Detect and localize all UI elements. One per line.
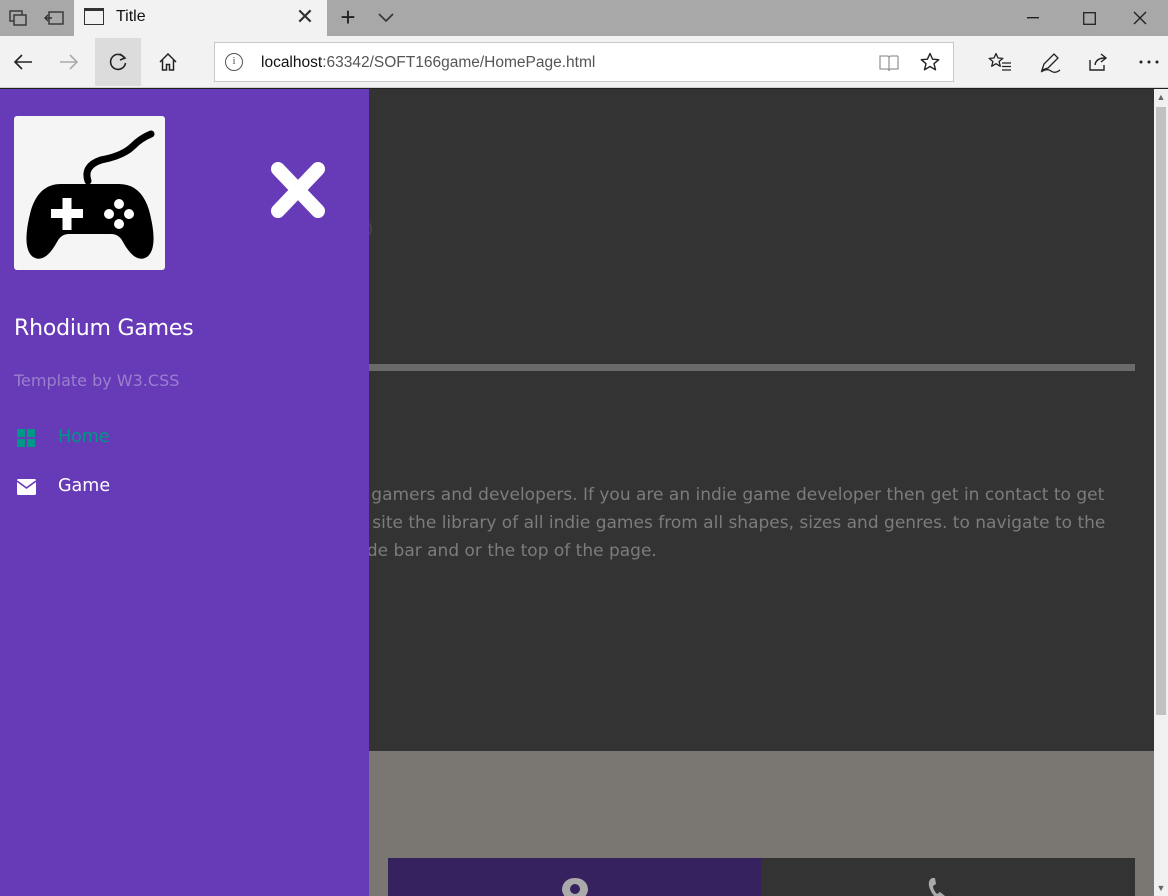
home-button[interactable]: [145, 38, 191, 86]
close-icon: [271, 162, 325, 218]
sidebar-item-home[interactable]: Home: [0, 416, 369, 460]
back-button[interactable]: [0, 38, 46, 86]
info-icon[interactable]: i: [225, 53, 243, 71]
about-text: te for gamers and developers. If you are…: [320, 481, 1160, 565]
gamepad-logo: [14, 116, 165, 270]
share-icon[interactable]: [1076, 38, 1122, 86]
url-host: localhost: [261, 54, 323, 71]
page-scrollbar[interactable]: ▲ ▼: [1154, 89, 1168, 896]
refresh-button[interactable]: [95, 38, 141, 86]
about-line-2: e this site the library of all indie gam…: [320, 513, 1106, 533]
close-window-button[interactable]: [1111, 0, 1168, 36]
gamepad-icon: [25, 130, 154, 259]
more-menu-icon[interactable]: [1126, 38, 1168, 86]
reading-view-icon[interactable]: [877, 51, 901, 75]
pen-notes-icon[interactable]: [1027, 38, 1073, 86]
phone-card: [761, 858, 1135, 896]
scrollbar-thumb[interactable]: [1156, 107, 1166, 715]
minimize-button[interactable]: [1004, 0, 1061, 36]
grid-icon: [17, 429, 35, 447]
tab-preview-chevron-icon[interactable]: [370, 2, 402, 34]
page-viewport: te for gamers and developers. If you are…: [0, 89, 1168, 896]
location-card: [388, 858, 761, 896]
sidebar-item-label: Game: [58, 476, 111, 496]
scroll-up-arrow[interactable]: ▲: [1154, 89, 1168, 105]
sidebar-item-game[interactable]: Game: [0, 465, 369, 509]
address-bar[interactable]: i localhost:63342/SOFT166game/HomePage.h…: [214, 42, 954, 82]
page-icon: [84, 8, 104, 25]
brand-title: Rhodium Games: [14, 316, 194, 341]
about-line-1: te for gamers and developers. If you are…: [320, 485, 1105, 505]
browser-tab[interactable]: Title ✕: [74, 0, 327, 37]
close-sidebar-button[interactable]: [268, 161, 328, 219]
browser-navbar: i localhost:63342/SOFT166game/HomePage.h…: [0, 36, 1168, 88]
about-line-3: the side bar and or the top of the page.: [320, 541, 657, 561]
location-pin-icon: [562, 878, 588, 896]
tab-title: Title: [116, 8, 146, 25]
new-tab-button[interactable]: +: [332, 2, 364, 34]
favorites-hub-icon[interactable]: [977, 38, 1023, 86]
forward-button[interactable]: [46, 38, 92, 86]
browser-titlebar: Title ✕ +: [0, 0, 1168, 37]
sidebar: Rhodium Games Template by W3.CSS Home Ga…: [0, 89, 369, 896]
tab-sets-icon[interactable]: [0, 0, 36, 36]
scroll-down-arrow[interactable]: ▼: [1154, 880, 1168, 896]
set-tabs-aside-icon[interactable]: [36, 0, 72, 36]
tab-close-button[interactable]: ✕: [291, 4, 319, 32]
url-text[interactable]: localhost:63342/SOFT166game/HomePage.htm…: [261, 54, 595, 72]
envelope-icon: [16, 479, 36, 495]
phone-icon: [928, 878, 945, 896]
url-path: :63342/SOFT166game/HomePage.html: [322, 54, 596, 71]
favorite-star-icon[interactable]: [917, 49, 943, 75]
sidebar-item-label: Home: [58, 427, 110, 447]
tagline: Template by W3.CSS: [14, 371, 180, 390]
maximize-button[interactable]: [1061, 0, 1118, 36]
section-divider: [369, 364, 1135, 371]
